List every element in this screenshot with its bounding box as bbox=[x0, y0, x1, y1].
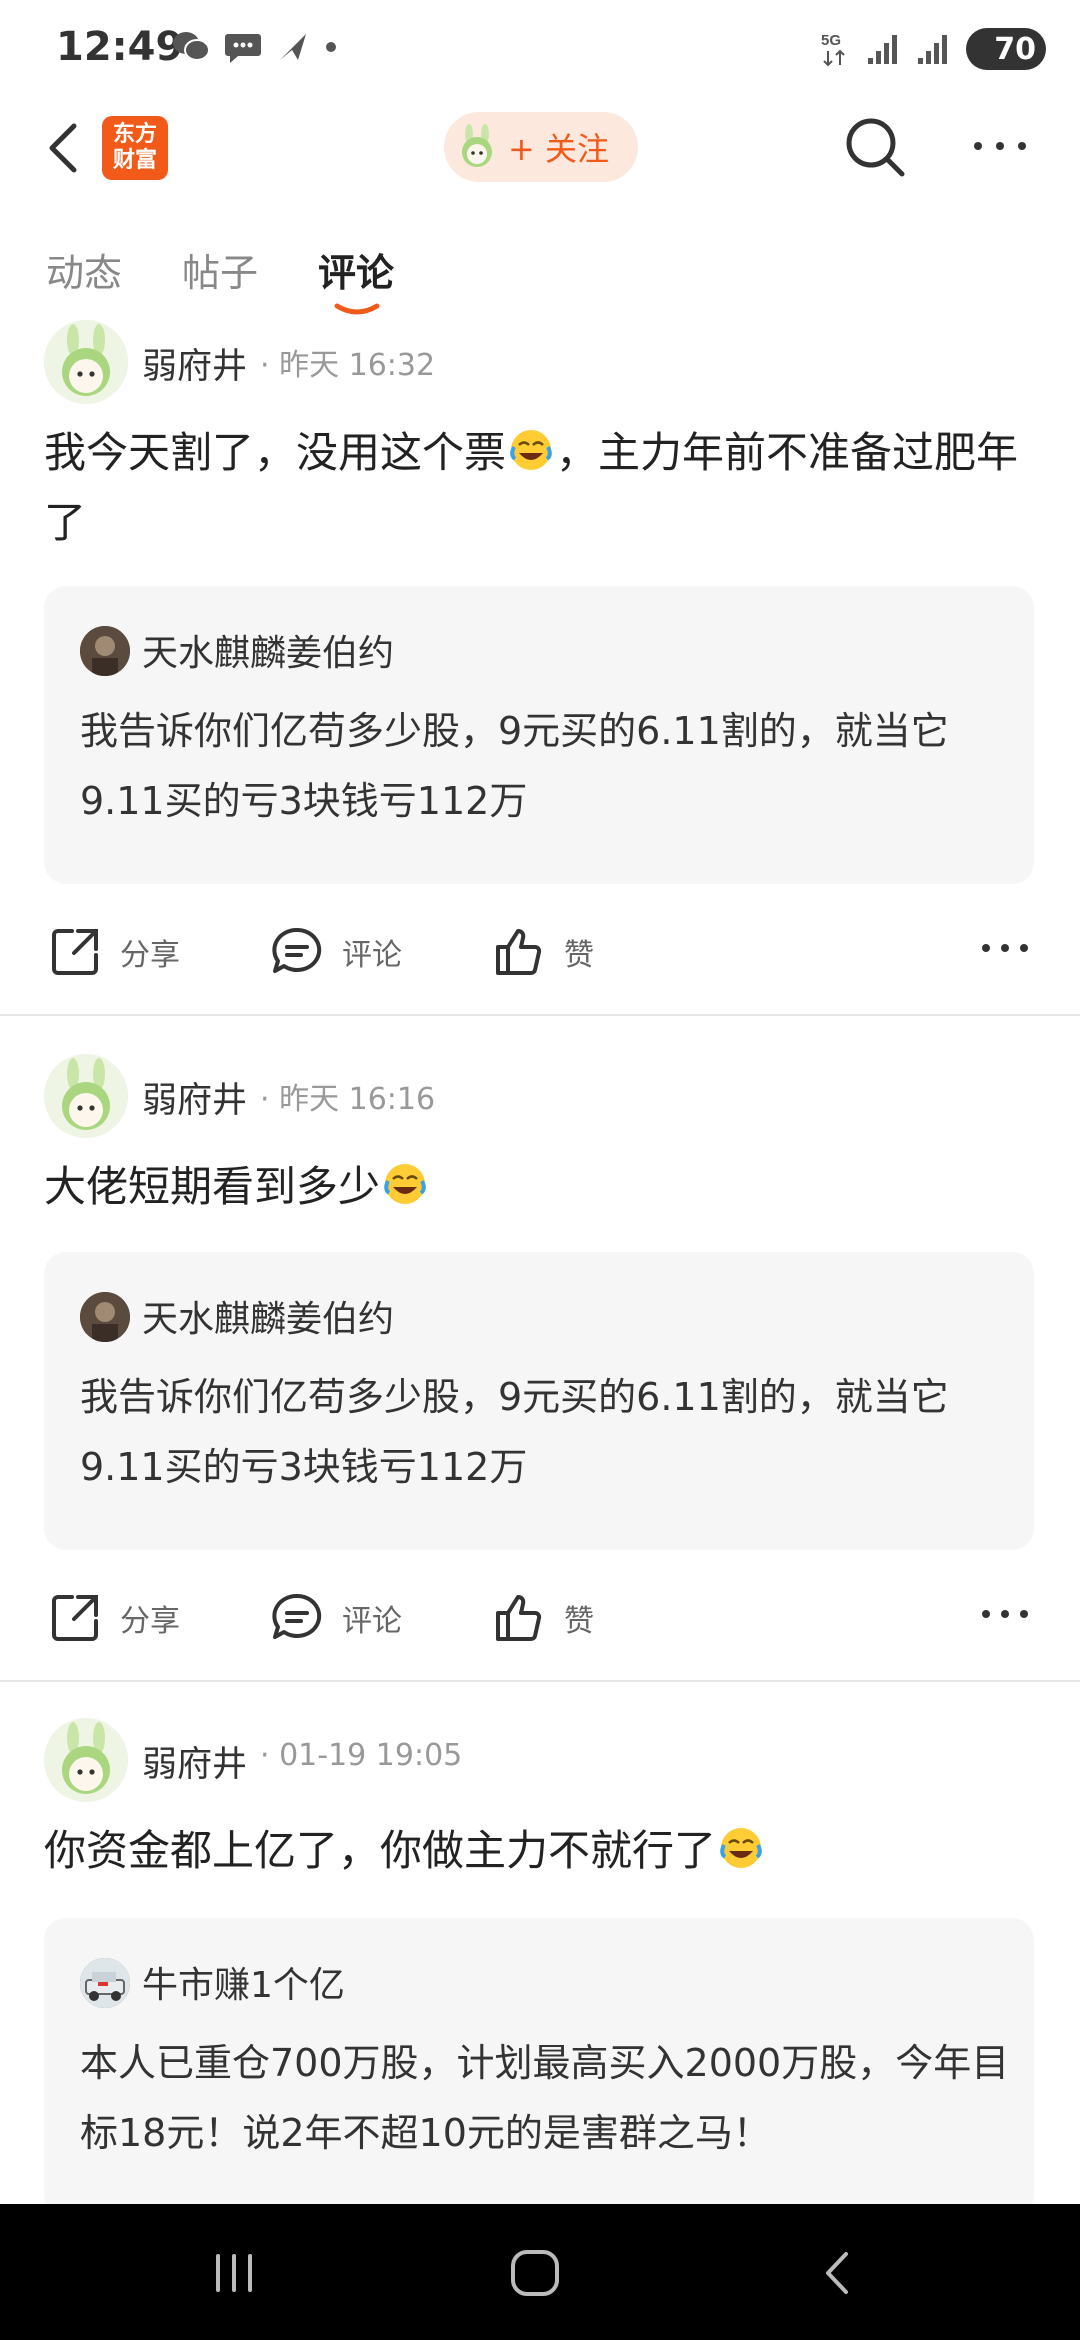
quoted-post[interactable]: 天水麒麟姜伯约 我告诉你们亿苟多少股，9元买的6.11割的，就当它9.11买的亏… bbox=[44, 586, 1034, 884]
recent-apps-icon[interactable] bbox=[204, 2248, 264, 2298]
post-content: 我今天割了，没用这个票 ，主力年前不准备过肥年了 bbox=[44, 428, 1019, 547]
thumbs-up-icon bbox=[496, 929, 542, 975]
dot-icon bbox=[326, 42, 336, 52]
share-button[interactable]: 分享 bbox=[48, 922, 180, 982]
quote-author[interactable]: 天水麒麟姜伯约 bbox=[142, 1290, 394, 1342]
laughing-crying-emoji-icon bbox=[510, 430, 552, 470]
quote-avatar bbox=[80, 626, 130, 676]
quoted-post[interactable]: 牛市赚1个亿 本人已重仓700万股，计划最高买入2000万股，今年目标18元！说… bbox=[44, 1918, 1034, 2204]
tab-posts[interactable]: 帖子 bbox=[182, 242, 258, 297]
laughing-crying-emoji-icon bbox=[384, 1164, 426, 1204]
share-button[interactable]: 分享 bbox=[48, 1588, 180, 1648]
message-icon bbox=[225, 34, 261, 63]
like-button[interactable]: 赞 bbox=[492, 922, 594, 982]
tab-comments[interactable]: 评论 bbox=[318, 242, 394, 297]
post-time: · 01-19 19:05 bbox=[260, 1738, 463, 1773]
battery-icon: 70 bbox=[966, 28, 1046, 70]
post-time: · 昨天 16:32 bbox=[260, 348, 436, 383]
quote-text: 我告诉你们亿苟多少股，9元买的6.11割的，就当它9.11买的亏3块钱亏112万 bbox=[80, 1375, 949, 1489]
svg-text:5G: 5G bbox=[821, 32, 841, 49]
list-item: 弱府井 · 01-19 19:05 你资金都上亿了，你做主力不就行了 牛市赚1个… bbox=[0, 1718, 1080, 2204]
tab-dynamic[interactable]: 动态 bbox=[46, 242, 122, 297]
quote-text: 本人已重仓700万股，计划最高买入2000万股，今年目标18元！说2年不超10元… bbox=[80, 2041, 1010, 2155]
top-nav: 东方 财富 + 关注 bbox=[0, 100, 1080, 196]
active-tab-indicator bbox=[334, 303, 380, 315]
quote-avatar bbox=[80, 1958, 130, 2008]
send-icon bbox=[280, 34, 306, 60]
follow-button[interactable]: + 关注 bbox=[444, 112, 638, 182]
back-nav-icon[interactable] bbox=[808, 2248, 868, 2298]
comment-icon bbox=[272, 927, 322, 973]
notification-icons bbox=[172, 30, 338, 64]
comment-button[interactable]: 评论 bbox=[270, 1588, 402, 1648]
search-icon[interactable] bbox=[842, 114, 908, 180]
rabbit-avatar-icon bbox=[462, 124, 492, 167]
comment-icon bbox=[272, 1593, 322, 1639]
5g-icon: 5G bbox=[821, 32, 845, 67]
laughing-crying-emoji-icon bbox=[720, 1828, 762, 1868]
list-item: 弱府井 · 昨天 16:16 大佬短期看到多少 天水麒麟姜伯约 我告诉你们亿苟多… bbox=[0, 1054, 1080, 1684]
post-content: 大佬短期看到多少 bbox=[44, 1152, 1034, 1222]
back-button[interactable] bbox=[40, 118, 90, 178]
post-actions: 分享 评论 赞 bbox=[0, 912, 1080, 992]
system-navigation-bar bbox=[0, 2204, 1080, 2340]
share-icon bbox=[52, 1595, 98, 1641]
share-icon bbox=[52, 929, 98, 975]
post-content: 你资金都上亿了，你做主力不就行了 bbox=[44, 1816, 1034, 1886]
status-time: 12:49 bbox=[56, 24, 184, 70]
status-bar: 12:49 5G 70 bbox=[0, 0, 1080, 100]
battery-level: 70 bbox=[994, 31, 1036, 67]
thumbs-up-icon bbox=[496, 1595, 542, 1641]
quote-author[interactable]: 天水麒麟姜伯约 bbox=[142, 624, 394, 676]
divider bbox=[0, 1014, 1080, 1016]
wechat-icon bbox=[173, 32, 210, 61]
divider bbox=[0, 1680, 1080, 1682]
post-more-icon[interactable] bbox=[980, 938, 1030, 958]
author-name[interactable]: 弱府井 bbox=[142, 1072, 247, 1123]
quoted-post[interactable]: 天水麒麟姜伯约 我告诉你们亿苟多少股，9元买的6.11割的，就当它9.11买的亏… bbox=[44, 1252, 1034, 1550]
avatar[interactable] bbox=[44, 320, 128, 404]
list-item: 弱府井 · 昨天 16:32 我今天割了，没用这个票 ，主力年前不准备过肥年了 天… bbox=[0, 320, 1080, 1016]
system-icons: 5G 70 bbox=[820, 28, 1046, 70]
like-button[interactable]: 赞 bbox=[492, 1588, 594, 1648]
author-name[interactable]: 弱府井 bbox=[142, 338, 247, 389]
post-time: · 昨天 16:16 bbox=[260, 1082, 436, 1117]
signal-icon bbox=[918, 35, 947, 64]
quote-author[interactable]: 牛市赚1个亿 bbox=[142, 1956, 345, 2008]
comment-button[interactable]: 评论 bbox=[270, 922, 402, 982]
app-logo[interactable]: 东方 财富 bbox=[102, 116, 168, 180]
signal-icon bbox=[868, 35, 897, 64]
home-icon[interactable] bbox=[505, 2248, 565, 2298]
quote-text: 我告诉你们亿苟多少股，9元买的6.11割的，就当它9.11买的亏3块钱亏112万 bbox=[80, 709, 949, 823]
author-name[interactable]: 弱府井 bbox=[142, 1736, 247, 1787]
avatar[interactable] bbox=[44, 1054, 128, 1138]
post-actions: 分享 评论 赞 bbox=[0, 1578, 1080, 1658]
post-more-icon[interactable] bbox=[980, 1604, 1030, 1624]
avatar[interactable] bbox=[44, 1718, 128, 1802]
more-options-icon[interactable] bbox=[970, 126, 1030, 166]
profile-tabs: 动态 帖子 评论 bbox=[0, 230, 1080, 320]
quote-avatar bbox=[80, 1292, 130, 1342]
follow-label: + 关注 bbox=[508, 130, 609, 168]
